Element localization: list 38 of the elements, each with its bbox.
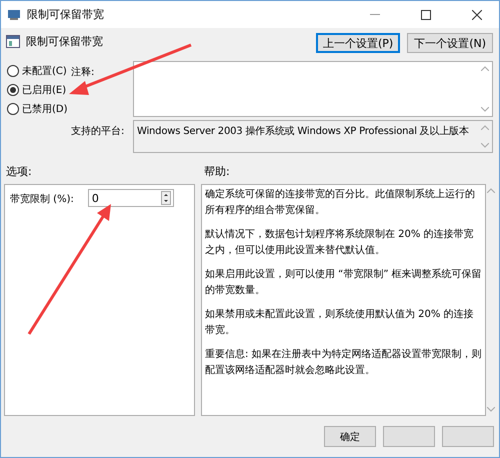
window-title: 限制可保留带宽	[27, 7, 105, 22]
radio-label[interactable]: 已禁用(D)	[22, 102, 68, 116]
help-paragraph: 如果启用此设置，则可以使用 “带宽限制” 框来调整系统可保留的带宽数量。	[205, 268, 482, 298]
comment-label: 注释:	[71, 66, 96, 80]
help-paragraph: 如果禁用或未配置此设置，则系统使用默认值为 20% 的连接带宽。	[205, 308, 475, 338]
radio-label[interactable]: 已启用(E)	[22, 83, 66, 97]
bandwidth-label: 带宽限制 (%):	[10, 192, 74, 206]
dialog-button[interactable]	[442, 426, 494, 447]
help-paragraph: 重要信息: 如果在注册表中为特定网络适配器设置带宽限制，则配置该网络适配器时就会忽略此设置。	[205, 348, 482, 378]
platform-box: Windows Server 2003 操作系统或 Windows XP Professional 及以上版本	[133, 120, 493, 153]
policy-icon	[6, 35, 20, 48]
scroll-up-icon[interactable]	[487, 188, 495, 193]
scroll-down-icon[interactable]	[481, 107, 489, 112]
help-heading: 帮助:	[204, 164, 230, 180]
radio-button[interactable]	[7, 103, 19, 115]
radio-button[interactable]	[7, 84, 19, 96]
policy-title: 限制可保留带宽	[26, 34, 103, 49]
previous-setting-button[interactable]: 上一个设置(P)	[316, 33, 400, 53]
app-icon	[7, 8, 21, 20]
comment-field[interactable]	[133, 61, 493, 117]
radio-button[interactable]	[7, 65, 19, 77]
bandwidth-spinbox[interactable]: 0	[88, 189, 174, 207]
scroll-down-icon[interactable]	[487, 407, 495, 412]
scroll-up-icon[interactable]	[481, 66, 489, 71]
dialog-button[interactable]	[383, 426, 435, 447]
help-paragraph: 确定系统可保留的连接带宽的百分比。此值限制系统上运行的所有程序的组合带宽保留。	[205, 188, 476, 218]
minimize-icon[interactable]	[370, 14, 380, 16]
scroll-up-icon[interactable]	[481, 125, 489, 130]
platform-label: 支持的平台:	[71, 124, 126, 139]
radio-label[interactable]: 未配置(C)	[22, 64, 67, 78]
spinner-icon[interactable]	[160, 191, 171, 205]
close-icon[interactable]	[472, 10, 482, 20]
next-setting-button[interactable]: 下一个设置(N)	[407, 33, 493, 53]
help-paragraph: 默认情况下，数据包计划程序将系统限制在 20% 的连接带宽之内，但可以使用此设置来替代默认值。	[205, 228, 475, 258]
ok-button[interactable]: 确定	[324, 426, 376, 447]
options-heading: 选项:	[6, 164, 33, 180]
scroll-down-icon[interactable]	[481, 143, 489, 148]
maximize-icon[interactable]	[420, 10, 430, 20]
